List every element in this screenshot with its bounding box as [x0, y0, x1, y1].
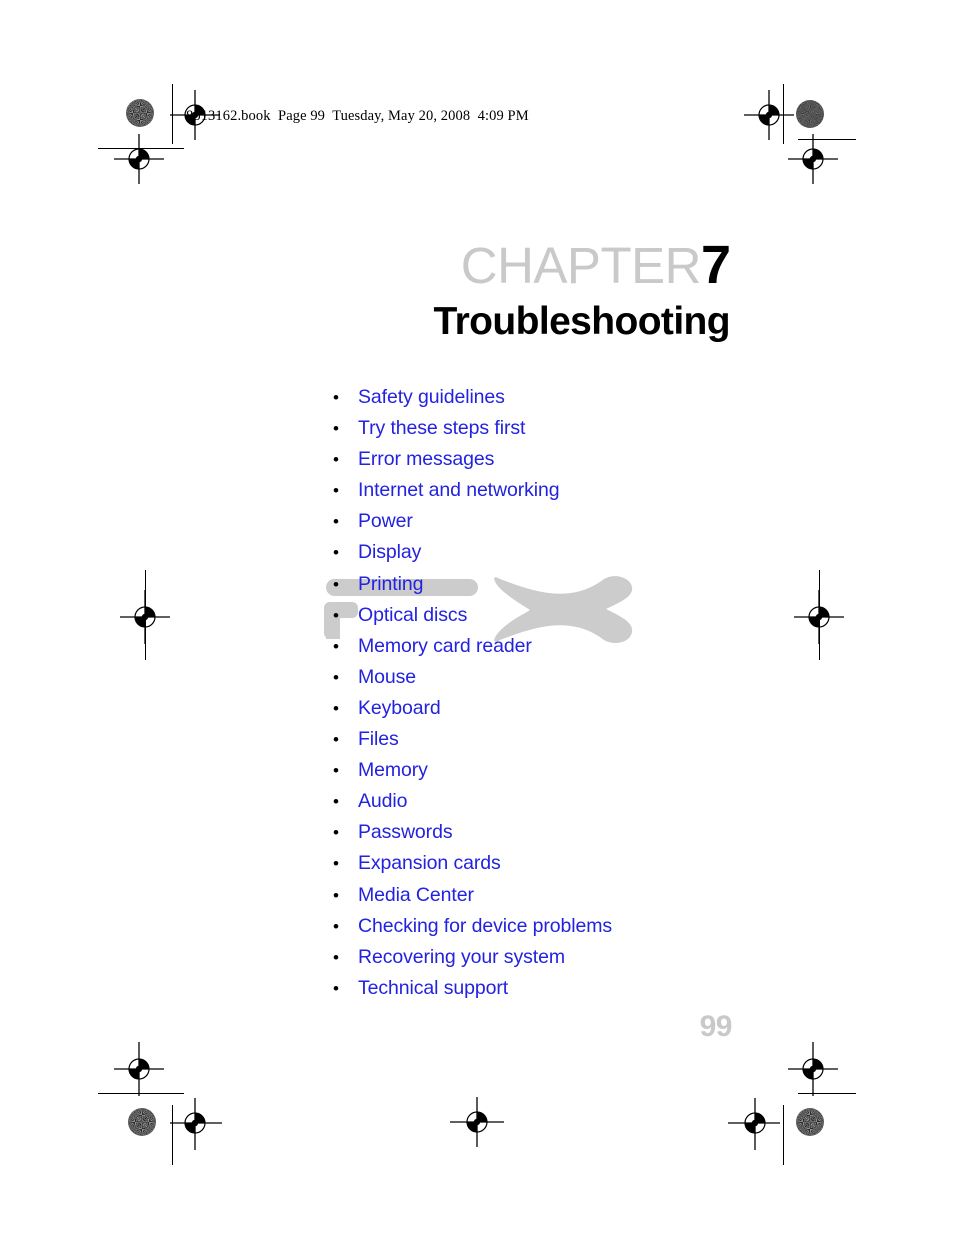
- bullet-icon: •: [333, 574, 339, 594]
- toc-link-printing[interactable]: Printing: [358, 573, 423, 596]
- toc-link-audio[interactable]: Audio: [358, 790, 407, 813]
- list-item[interactable]: • Memory card reader: [333, 635, 612, 666]
- page-slug: 8513162.book Page 99 Tuesday, May 20, 20…: [186, 108, 529, 124]
- list-item[interactable]: • Try these steps first: [333, 417, 612, 448]
- bullet-icon: •: [333, 419, 339, 439]
- list-item[interactable]: • Mouse: [333, 666, 612, 697]
- density-patch-icon: [796, 1108, 824, 1136]
- trim-line-vertical: [819, 570, 820, 660]
- registration-target-icon: [450, 1095, 504, 1149]
- page-number: 99: [699, 1010, 733, 1043]
- bullet-icon: •: [333, 636, 339, 656]
- bullet-icon: •: [333, 481, 339, 501]
- list-item[interactable]: • Error messages: [333, 448, 612, 479]
- toc-link-try-these-steps-first[interactable]: Try these steps first: [358, 417, 525, 440]
- registration-target-icon: [112, 1042, 166, 1096]
- registration-target-icon: [728, 1096, 782, 1150]
- bullet-icon: •: [333, 761, 339, 781]
- toc-link-files[interactable]: Files: [358, 728, 399, 751]
- density-patch-icon: [128, 1108, 156, 1136]
- registration-target-icon: [168, 1096, 222, 1150]
- toc-link-memory-card-reader[interactable]: Memory card reader: [358, 635, 532, 658]
- list-item[interactable]: • Safety guidelines: [333, 386, 612, 417]
- list-item[interactable]: • Files: [333, 728, 612, 759]
- document-page: 8513162.book Page 99 Tuesday, May 20, 20…: [0, 0, 954, 1235]
- bullet-icon: •: [333, 730, 339, 750]
- toc-link-recovering-your-system[interactable]: Recovering your system: [358, 946, 565, 969]
- bullet-icon: •: [333, 698, 339, 718]
- toc-link-passwords[interactable]: Passwords: [358, 821, 453, 844]
- bullet-icon: •: [333, 512, 339, 532]
- bullet-icon: •: [333, 543, 339, 563]
- toc-link-checking-for-device-problems[interactable]: Checking for device problems: [358, 915, 612, 938]
- bullet-icon: •: [333, 388, 339, 407]
- list-item[interactable]: • Technical support: [333, 977, 612, 1008]
- registration-target-icon: [786, 132, 840, 186]
- bullet-icon: •: [333, 667, 339, 687]
- toc-link-memory[interactable]: Memory: [358, 759, 428, 782]
- bullet-icon: •: [333, 947, 339, 967]
- toc-link-error-messages[interactable]: Error messages: [358, 448, 494, 471]
- trim-line-vertical: [783, 1105, 784, 1165]
- toc-link-media-center[interactable]: Media Center: [358, 884, 474, 907]
- list-item[interactable]: • Display: [333, 541, 612, 572]
- bullet-icon: •: [333, 854, 339, 874]
- list-item[interactable]: • Internet and networking: [333, 479, 612, 510]
- list-item[interactable]: • Checking for device problems: [333, 915, 612, 946]
- trim-line-vertical: [145, 570, 146, 660]
- list-item[interactable]: • Recovering your system: [333, 946, 612, 977]
- toc-link-power[interactable]: Power: [358, 510, 413, 533]
- density-patch-icon: [796, 100, 824, 128]
- density-patch-icon: [126, 99, 154, 127]
- registration-target-icon: [112, 132, 166, 186]
- chapter-number: 7: [700, 235, 731, 295]
- chapter-contents-list: • Safety guidelines • Try these steps fi…: [333, 386, 612, 1008]
- list-item[interactable]: • Passwords: [333, 821, 612, 852]
- bullet-icon: •: [333, 885, 339, 905]
- bullet-icon: •: [333, 916, 339, 936]
- list-item[interactable]: • Media Center: [333, 884, 612, 915]
- trim-line-horizontal: [98, 1093, 184, 1094]
- list-item[interactable]: • Printing: [333, 573, 612, 604]
- list-item[interactable]: • Optical discs: [333, 604, 612, 635]
- bullet-icon: •: [333, 605, 339, 625]
- list-item[interactable]: • Keyboard: [333, 697, 612, 728]
- list-item[interactable]: • Power: [333, 510, 612, 541]
- toc-link-mouse[interactable]: Mouse: [358, 666, 416, 689]
- toc-link-internet-and-networking[interactable]: Internet and networking: [358, 479, 560, 502]
- registration-target-icon: [786, 1042, 840, 1096]
- toc-link-display[interactable]: Display: [358, 541, 421, 564]
- page-title: Troubleshooting: [433, 300, 731, 343]
- list-item[interactable]: • Memory: [333, 759, 612, 790]
- list-item[interactable]: • Expansion cards: [333, 852, 612, 883]
- toc-link-expansion-cards[interactable]: Expansion cards: [358, 852, 501, 875]
- trim-line-horizontal: [798, 1093, 856, 1094]
- toc-link-keyboard[interactable]: Keyboard: [358, 697, 441, 720]
- chapter-heading: CHAPTER7: [460, 235, 731, 295]
- bullet-icon: •: [333, 450, 339, 470]
- chapter-label: CHAPTER: [460, 237, 702, 294]
- bullet-icon: •: [333, 978, 339, 998]
- bullet-icon: •: [333, 823, 339, 843]
- list-item[interactable]: • Audio: [333, 790, 612, 821]
- toc-link-technical-support[interactable]: Technical support: [358, 977, 508, 1000]
- toc-link-optical-discs[interactable]: Optical discs: [358, 604, 467, 627]
- bullet-icon: •: [333, 792, 339, 812]
- toc-link-safety-guidelines[interactable]: Safety guidelines: [358, 386, 505, 409]
